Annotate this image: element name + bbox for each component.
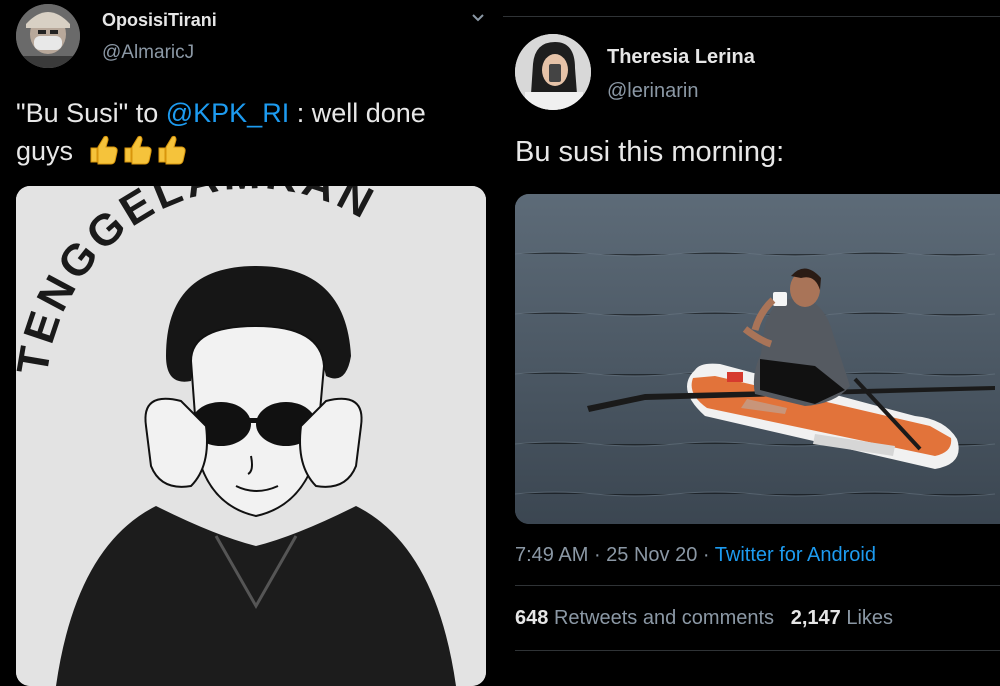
thumbs-up-emoji-icon bbox=[90, 135, 186, 165]
avatar[interactable] bbox=[515, 34, 591, 110]
retweets-stat[interactable]: 648 Retweets and comments bbox=[515, 607, 774, 629]
retweets-count: 648 bbox=[515, 607, 549, 629]
tweet-source-link[interactable]: Twitter for Android bbox=[715, 544, 876, 566]
chevron-down-icon[interactable] bbox=[468, 8, 488, 28]
avatar[interactable] bbox=[16, 4, 80, 68]
left-tweet: OposisiTirani @AlmaricJ "Bu Susi" to @KP… bbox=[0, 0, 497, 686]
display-name[interactable]: OposisiTirani bbox=[102, 10, 217, 31]
tweet-image[interactable]: TENGGELAMKAN bbox=[16, 186, 486, 686]
likes-stat[interactable]: 2,147 Likes bbox=[791, 607, 893, 629]
tweet-text: "Bu Susi" to @KPK_RI : well done guys bbox=[16, 94, 486, 170]
retweets-label: Retweets and comments bbox=[553, 607, 775, 629]
separator bbox=[515, 585, 1000, 586]
top-separator bbox=[503, 16, 1000, 17]
tweet-text: Bu susi this morning: bbox=[515, 136, 785, 168]
likes-label: Likes bbox=[846, 607, 894, 629]
tweet-text-part: "Bu Susi" to bbox=[16, 98, 166, 128]
tweet-image[interactable] bbox=[515, 194, 1000, 524]
separator bbox=[515, 650, 1000, 651]
photo-image bbox=[515, 194, 1000, 524]
display-name[interactable]: Theresia Lerina bbox=[607, 46, 755, 69]
avatar-image bbox=[16, 4, 80, 68]
user-handle[interactable]: @lerinarin bbox=[607, 80, 698, 103]
tweet-date[interactable]: 25 Nov 20 bbox=[606, 544, 697, 566]
mention-link[interactable]: @KPK_RI bbox=[166, 98, 289, 128]
tweet-meta: 7:49 AM · 25 Nov 20 · Twitter for Androi… bbox=[515, 544, 876, 566]
tweet-time[interactable]: 7:49 AM bbox=[515, 544, 588, 566]
illustration-image: TENGGELAMKAN bbox=[16, 186, 486, 686]
user-handle[interactable]: @AlmaricJ bbox=[102, 42, 194, 64]
right-tweet: Theresia Lerina @lerinarin Bu susi this … bbox=[503, 0, 1000, 667]
tweet-stats: 648 Retweets and comments 2,147 Likes bbox=[515, 607, 893, 630]
tweet-text-part: : well done bbox=[289, 98, 426, 128]
tweet-text-line2: guys bbox=[16, 136, 74, 166]
likes-count: 2,147 bbox=[790, 607, 841, 629]
avatar-image bbox=[515, 34, 591, 110]
